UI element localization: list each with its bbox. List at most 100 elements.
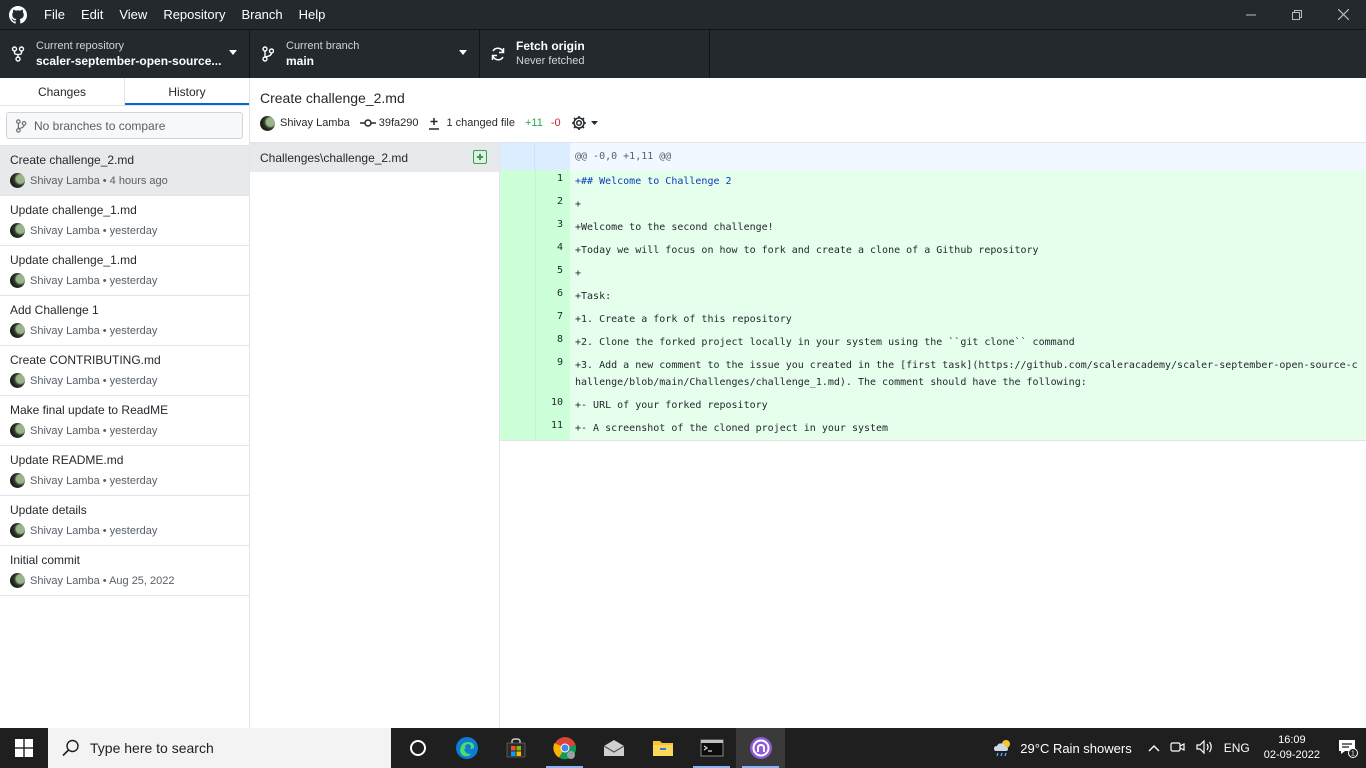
diff-line[interactable]: 3 +Welcome to the second challenge!	[500, 216, 1366, 239]
commit-item[interactable]: Create CONTRIBUTING.md Shivay Lamba • ye…	[0, 346, 249, 396]
toolbar: Current repository scaler-september-open…	[0, 29, 1366, 78]
line-text: +Task:	[575, 291, 612, 302]
diff-line[interactable]: 6 +Task:	[500, 285, 1366, 308]
commit-meta: Shivay Lamba • yesterday	[30, 224, 158, 237]
avatar	[10, 373, 25, 388]
diff-icon	[429, 117, 440, 130]
commit-item[interactable]: Update challenge_1.md Shivay Lamba • yes…	[0, 196, 249, 246]
fetch-origin-button[interactable]: Fetch origin Never fetched	[480, 30, 710, 78]
menu-repository[interactable]: Repository	[155, 0, 233, 29]
gear-icon	[571, 116, 586, 130]
commit-meta: Shivay Lamba • yesterday	[30, 474, 158, 487]
commit-author: Shivay Lamba	[280, 117, 350, 129]
language-indicator[interactable]: ENG	[1224, 741, 1250, 755]
diff-line[interactable]: 8 +2. Clone the forked project locally i…	[500, 331, 1366, 354]
line-number: 4	[535, 239, 570, 262]
commit-title: Create CONTRIBUTING.md	[10, 353, 161, 367]
store-app[interactable]	[491, 728, 540, 768]
system-tray: 29°C Rain showers ENG 16:09 02-09-2022 1	[992, 728, 1366, 768]
line-number: 2	[535, 193, 570, 216]
line-number: 1	[535, 170, 570, 193]
menu-view[interactable]: View	[111, 0, 155, 29]
line-text: +Welcome to the second challenge!	[575, 222, 774, 233]
commit-item[interactable]: Update README.md Shivay Lamba • yesterda…	[0, 446, 249, 496]
fetch-origin-label: Fetch origin	[516, 39, 585, 53]
commit-meta: Shivay Lamba • yesterday	[30, 274, 158, 287]
minimize-button[interactable]	[1228, 0, 1274, 29]
taskbar-search-input[interactable]: Type here to search	[48, 728, 391, 768]
current-repository-button[interactable]: Current repository scaler-september-open…	[0, 30, 250, 78]
diff-line[interactable]: 4 +Today we will focus on how to fork an…	[500, 239, 1366, 262]
commit-summary: Create challenge_2.md Shivay Lamba 39fa2…	[250, 78, 1366, 143]
tab-history[interactable]: History	[125, 78, 249, 105]
close-icon	[1337, 9, 1349, 20]
chrome-app[interactable]	[540, 728, 589, 768]
line-text: +- A screenshot of the cloned project in…	[575, 423, 889, 434]
diff-settings-button[interactable]	[571, 115, 598, 131]
terminal-app[interactable]	[687, 728, 736, 768]
line-text: +Today we will focus on how to fork and …	[575, 245, 1039, 256]
diff-end	[500, 440, 1366, 441]
commit-sha-button[interactable]: 39fa290	[359, 117, 418, 129]
avatar	[10, 173, 25, 188]
commit-item[interactable]: Create challenge_2.md Shivay Lamba • 4 h…	[0, 146, 249, 196]
tab-changes[interactable]: Changes	[0, 78, 125, 105]
branch-compare-placeholder: No branches to compare	[34, 118, 166, 133]
line-number: 9	[535, 354, 570, 394]
mail-app[interactable]	[589, 728, 638, 768]
current-branch-button[interactable]: Current branch main	[250, 30, 480, 78]
volume-icon[interactable]	[1196, 739, 1214, 757]
commit-item[interactable]: Update details Shivay Lamba • yesterday	[0, 496, 249, 546]
chevron-up-icon[interactable]	[1148, 741, 1160, 755]
file-item[interactable]: Challenges\challenge_2.md	[250, 143, 499, 172]
commit-item[interactable]: Make final update to ReadME Shivay Lamba…	[0, 396, 249, 446]
branch-compare-input[interactable]: No branches to compare	[6, 112, 243, 139]
fetch-status: Never fetched	[516, 55, 585, 67]
store-icon	[506, 738, 525, 758]
avatar	[10, 573, 25, 588]
commit-meta: Shivay Lamba • yesterday	[30, 324, 158, 337]
line-number: 10	[535, 394, 570, 417]
window-controls	[1228, 0, 1366, 29]
meet-now-icon[interactable]	[1170, 740, 1186, 757]
avatar	[10, 423, 25, 438]
menu-help[interactable]: Help	[291, 0, 334, 29]
menu-branch[interactable]: Branch	[233, 0, 290, 29]
diff-line[interactable]: 11 +- A screenshot of the cloned project…	[500, 417, 1366, 440]
windows-taskbar: Type here to search 29°C Rain showers EN…	[0, 728, 1366, 768]
task-view-button[interactable]	[393, 728, 442, 768]
commit-item[interactable]: Initial commit Shivay Lamba • Aug 25, 20…	[0, 546, 249, 596]
commit-meta: Shivay Lamba • yesterday	[30, 374, 158, 387]
clock[interactable]: 16:09 02-09-2022	[1264, 733, 1320, 763]
current-repository-label: Current repository	[36, 40, 125, 52]
diff-line[interactable]: 10 +- URL of your forked repository	[500, 394, 1366, 417]
diff-line[interactable]: 1 +## Welcome to Challenge 2	[500, 170, 1366, 193]
avatar	[10, 223, 25, 238]
edge-app[interactable]	[442, 728, 491, 768]
close-button[interactable]	[1320, 0, 1366, 29]
edge-icon	[455, 737, 478, 759]
line-number: 3	[535, 216, 570, 239]
diff-line[interactable]: 2 +	[500, 193, 1366, 216]
commit-list: Create challenge_2.md Shivay Lamba • 4 h…	[0, 145, 249, 596]
file-explorer-app[interactable]	[638, 728, 687, 768]
avatar	[260, 115, 275, 131]
restore-button[interactable]	[1274, 0, 1320, 29]
git-commit-icon	[359, 119, 376, 127]
weather-widget[interactable]: 29°C Rain showers	[992, 738, 1132, 758]
commit-item[interactable]: Update challenge_1.md Shivay Lamba • yes…	[0, 246, 249, 296]
changed-files-count: 1 changed file	[446, 117, 515, 129]
commit-item[interactable]: Add Challenge 1 Shivay Lamba • yesterday	[0, 296, 249, 346]
diff-line[interactable]: 9 +3. Add a new comment to the issue you…	[500, 354, 1366, 394]
notification-center-button[interactable]: 1	[1330, 728, 1366, 768]
commit-title: Initial commit	[10, 553, 81, 567]
diff-line[interactable]: 5 +	[500, 262, 1366, 285]
taskbar-search-placeholder: Type here to search	[90, 740, 214, 756]
avatar	[10, 473, 25, 488]
menu-file[interactable]: File	[36, 0, 73, 29]
github-desktop-app[interactable]	[736, 728, 785, 768]
restore-icon	[1292, 9, 1302, 20]
start-button[interactable]	[0, 728, 48, 768]
menu-edit[interactable]: Edit	[73, 0, 111, 29]
diff-line[interactable]: 7 +1. Create a fork of this repository	[500, 308, 1366, 331]
